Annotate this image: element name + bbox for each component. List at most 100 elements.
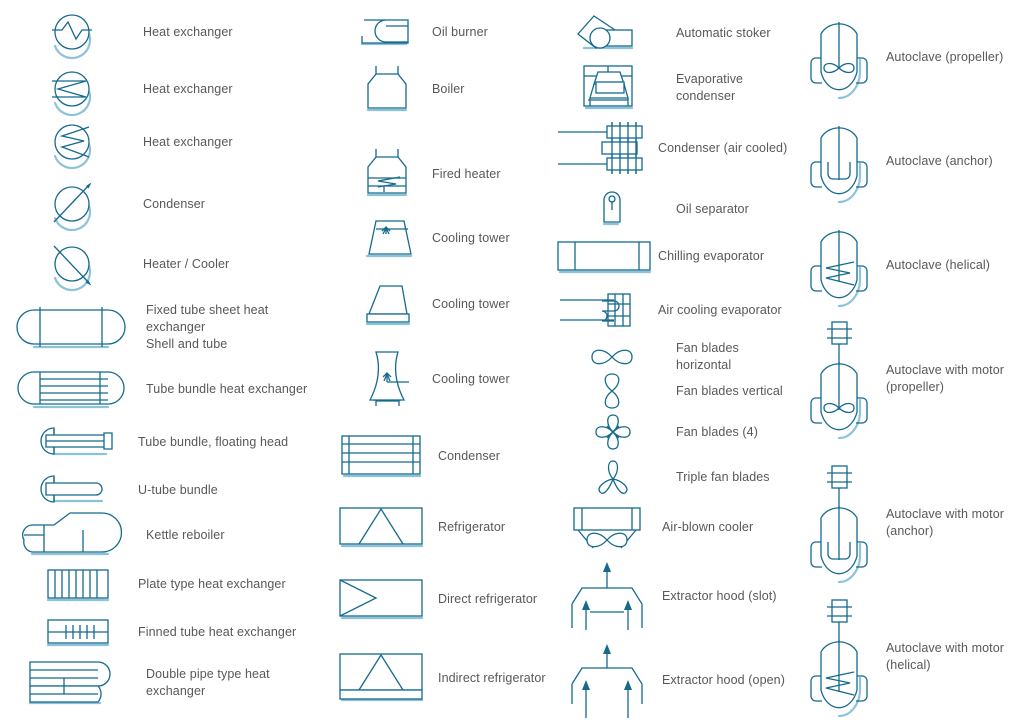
symbol-item[interactable]: Fan blades horizontal xyxy=(570,338,790,376)
symbol-item[interactable]: Autoclave (helical) xyxy=(800,222,1019,308)
finned-tube-heat-exchanger-icon[interactable] xyxy=(36,612,130,652)
fan-blades-four-icon[interactable] xyxy=(570,410,656,454)
autoclave-propeller-icon[interactable] xyxy=(800,14,878,100)
extractor-hood-slot-icon[interactable] xyxy=(564,558,656,634)
kettle-reboiler-icon[interactable] xyxy=(18,508,130,563)
symbol-item[interactable]: Fan blades vertical xyxy=(570,372,790,410)
symbol-item[interactable]: Plate type heat exchanger xyxy=(36,562,330,606)
symbol-item[interactable]: Autoclave (propeller) xyxy=(800,14,1019,100)
symbol-item[interactable]: Refrigerator xyxy=(334,500,550,554)
symbol-item[interactable]: Double pipe type heat exchanger xyxy=(18,655,330,711)
fired-heater-icon[interactable] xyxy=(350,145,422,203)
condenser-air-cooled-icon[interactable] xyxy=(552,118,656,178)
fan-blades-vertical-icon[interactable] xyxy=(570,372,656,410)
symbol-item[interactable]: Condenser xyxy=(334,428,550,484)
triple-fan-blades-icon[interactable] xyxy=(570,455,656,499)
symbol-item[interactable]: Chilling evaporator xyxy=(552,234,790,278)
symbol-item[interactable]: Autoclave (anchor) xyxy=(800,118,1019,204)
symbol-item[interactable]: Boiler xyxy=(350,62,550,117)
column-heat-exchangers: Heat exchanger Heat exchanger Heat excha… xyxy=(0,0,330,726)
symbol-item[interactable]: Evaporative condenser xyxy=(570,62,790,114)
autoclave-anchor-icon[interactable] xyxy=(800,118,878,204)
symbol-item[interactable]: Tube bundle heat exchanger xyxy=(12,365,330,413)
symbol-item[interactable]: Triple fan blades xyxy=(570,455,790,499)
heat-exchanger-arrow-circle-icon[interactable] xyxy=(44,65,100,117)
symbol-label: Heat exchanger xyxy=(143,24,233,39)
symbol-item[interactable]: Fixed tube sheet heat exchanger Shell an… xyxy=(12,302,330,352)
symbol-label: Evaporative condenser xyxy=(676,72,744,103)
automatic-stoker-icon[interactable] xyxy=(570,10,656,56)
symbol-item[interactable]: Finned tube heat exchanger xyxy=(36,612,330,652)
direct-refrigerator-icon[interactable] xyxy=(334,572,430,626)
condenser-circle-arrow-icon[interactable] xyxy=(44,180,100,232)
symbol-item[interactable]: Direct refrigerator xyxy=(334,572,550,626)
symbol-item[interactable]: U-tube bundle xyxy=(36,470,330,510)
symbol-item[interactable]: Heat exchanger xyxy=(44,65,330,117)
symbol-item[interactable]: Extractor hood (slot) xyxy=(564,558,790,634)
column-autoclaves: Autoclave (propeller) Autoclave (anchor) xyxy=(790,0,1019,726)
heat-exchanger-coil-circle-icon[interactable] xyxy=(44,118,100,170)
evaporative-condenser-icon[interactable] xyxy=(570,62,656,114)
symbol-item[interactable]: Condenser (air cooled) xyxy=(552,118,790,178)
symbol-item[interactable]: Cooling tower xyxy=(350,345,550,413)
symbol-label: Plate type heat exchanger xyxy=(138,576,286,591)
heater-cooler-circle-arrow-icon[interactable] xyxy=(44,240,100,292)
condenser-box-icon[interactable] xyxy=(334,428,430,484)
boiler-icon[interactable] xyxy=(350,62,422,117)
symbol-label: Heat exchanger xyxy=(143,134,233,149)
refrigerator-icon[interactable] xyxy=(334,500,430,554)
symbol-item[interactable]: Cooling tower xyxy=(350,278,550,330)
air-cooling-evaporator-icon[interactable] xyxy=(552,288,656,332)
symbol-item[interactable]: Fired heater xyxy=(350,145,550,203)
autoclave-with-motor-helical-icon[interactable] xyxy=(800,596,878,718)
fixed-tube-sheet-heat-exchanger-icon[interactable] xyxy=(12,302,130,352)
symbol-item[interactable]: Kettle reboiler xyxy=(18,508,330,563)
chilling-evaporator-icon[interactable] xyxy=(552,234,656,278)
cooling-tower-trapezoid-icon[interactable] xyxy=(350,212,422,264)
double-pipe-type-heat-exchanger-icon[interactable] xyxy=(18,655,130,711)
symbol-label: Autoclave (anchor) xyxy=(886,153,993,168)
symbol-item[interactable]: Heater / Cooler xyxy=(44,240,330,292)
symbol-item[interactable]: Fan blades (4) xyxy=(570,410,790,454)
symbol-item[interactable]: Automatic stoker xyxy=(570,10,790,56)
symbol-label: Fan blades vertical xyxy=(676,383,783,398)
symbol-item[interactable]: Autoclave with motor (helical) xyxy=(800,596,1019,718)
cooling-tower-hyperbolic-icon[interactable] xyxy=(350,345,422,413)
symbol-item[interactable]: Oil burner xyxy=(350,12,550,52)
extractor-hood-open-icon[interactable] xyxy=(564,638,656,722)
u-tube-bundle-icon[interactable] xyxy=(36,470,130,510)
symbol-item[interactable]: Air cooling evaporator xyxy=(552,288,790,332)
symbol-label: Autoclave with motor (anchor) xyxy=(886,507,1005,538)
indirect-refrigerator-icon[interactable] xyxy=(334,648,430,708)
symbol-item[interactable]: Extractor hood (open) xyxy=(564,638,790,722)
symbol-label: Tube bundle heat exchanger xyxy=(146,381,308,396)
symbol-item[interactable]: Autoclave with motor (propeller) xyxy=(800,318,1019,440)
symbol-item[interactable]: Oil separator xyxy=(570,188,790,230)
oil-burner-icon[interactable] xyxy=(350,12,422,52)
symbol-label: Oil burner xyxy=(432,24,488,39)
autoclave-helical-icon[interactable] xyxy=(800,222,878,308)
symbol-label: Extractor hood (open) xyxy=(662,672,785,687)
symbol-label: Kettle reboiler xyxy=(146,528,225,542)
plate-type-heat-exchanger-icon[interactable] xyxy=(36,562,130,606)
symbol-item[interactable]: Heat exchanger xyxy=(44,8,330,60)
tube-bundle-floating-head-icon[interactable] xyxy=(36,422,130,462)
symbol-item[interactable]: Indirect refrigerator xyxy=(334,648,550,708)
symbol-item[interactable]: Condenser xyxy=(44,180,330,232)
autoclave-with-motor-propeller-icon[interactable] xyxy=(800,318,878,440)
symbol-label: Triple fan blades xyxy=(676,469,770,484)
symbol-item[interactable]: Tube bundle, floating head xyxy=(36,422,330,462)
symbol-label: Heater / Cooler xyxy=(143,256,230,271)
symbol-label: Extractor hood (slot) xyxy=(662,588,777,603)
fan-blades-horizontal-icon[interactable] xyxy=(570,338,656,376)
tube-bundle-heat-exchanger-icon[interactable] xyxy=(12,365,130,413)
heat-exchanger-zigzag-circle-icon[interactable] xyxy=(44,8,100,60)
symbol-item[interactable]: Air-blown cooler xyxy=(564,500,790,554)
autoclave-with-motor-anchor-icon[interactable] xyxy=(800,462,878,584)
symbol-item[interactable]: Heat exchanger xyxy=(44,118,330,170)
cooling-tower-base-icon[interactable] xyxy=(350,278,422,330)
oil-separator-icon[interactable] xyxy=(570,188,656,230)
air-blown-cooler-icon[interactable] xyxy=(564,500,656,554)
symbol-item[interactable]: Autoclave with motor (anchor) xyxy=(800,462,1019,584)
symbol-item[interactable]: Cooling tower xyxy=(350,212,550,264)
